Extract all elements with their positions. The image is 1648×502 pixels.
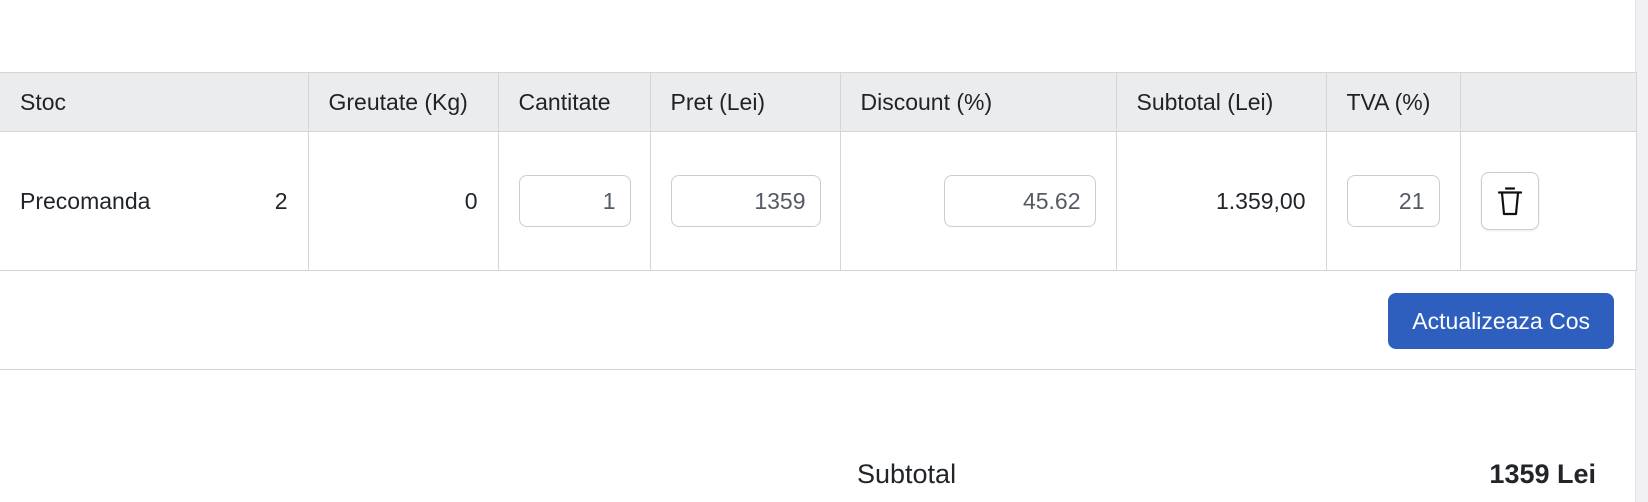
- header-pret: Pret (Lei): [649, 72, 841, 132]
- price-input[interactable]: [670, 175, 821, 227]
- subtotal-value: 1.359,00: [1115, 131, 1327, 271]
- tva-cell: [1325, 131, 1461, 271]
- stock-count: 2: [274, 187, 288, 214]
- summary-subtotal-value: 1359 Lei: [1489, 459, 1596, 489]
- actions-cell: [1459, 131, 1637, 271]
- header-stoc: Stoc: [0, 72, 309, 132]
- header-cantitate: Cantitate: [497, 72, 651, 132]
- discount-input[interactable]: [943, 175, 1096, 227]
- table-header-row: Stoc Greutate (Kg) Cantitate Pret (Lei) …: [0, 72, 1637, 132]
- cart-table: Stoc Greutate (Kg) Cantitate Pret (Lei) …: [0, 72, 1637, 271]
- header-actions: [1459, 72, 1637, 132]
- trash-icon: [1497, 187, 1522, 216]
- weight-value: 0: [307, 131, 499, 271]
- quantity-input[interactable]: [518, 175, 631, 227]
- header-discount: Discount (%): [839, 72, 1117, 132]
- header-subtotal: Subtotal (Lei): [1115, 72, 1327, 132]
- tva-input[interactable]: [1346, 175, 1440, 227]
- delete-item-button[interactable]: [1480, 172, 1539, 230]
- header-greutate: Greutate (Kg): [307, 72, 499, 132]
- page-scrollbar[interactable]: [1635, 0, 1648, 502]
- summary-subtotal-label: Subtotal: [857, 459, 957, 489]
- cart-actions-bar: Actualizeaza Cos: [0, 271, 1636, 370]
- stock-status: Precomanda: [20, 187, 151, 214]
- stoc-cell: Precomanda 2: [0, 131, 309, 271]
- quantity-cell: [497, 131, 651, 271]
- price-cell: [649, 131, 841, 271]
- header-tva: TVA (%): [1325, 72, 1461, 132]
- discount-cell: [839, 131, 1117, 271]
- update-cart-button[interactable]: Actualizeaza Cos: [1388, 293, 1614, 349]
- table-row: Precomanda 2 0 1.359,00: [0, 131, 1637, 271]
